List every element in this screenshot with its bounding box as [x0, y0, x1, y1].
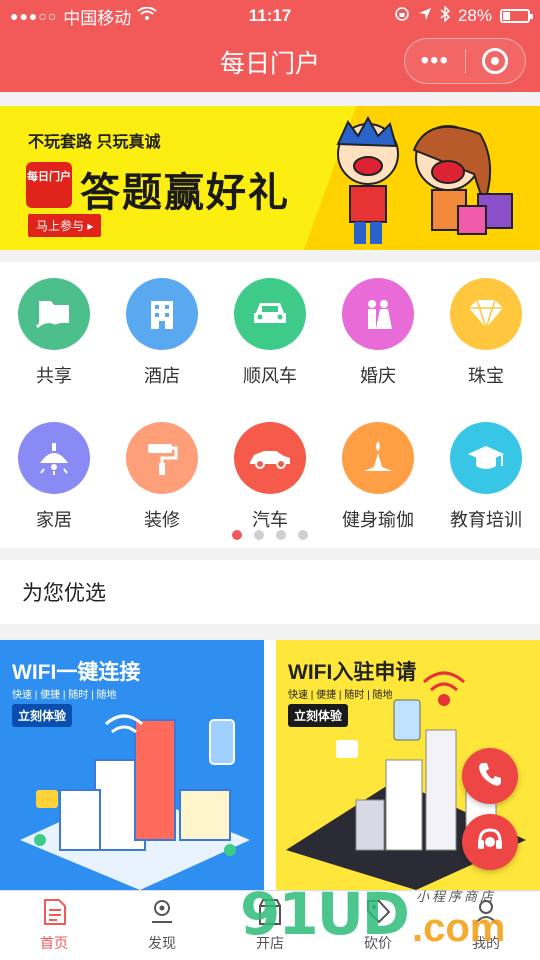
tab-label: 发现 [148, 935, 176, 951]
category-label: 酒店 [144, 366, 180, 386]
category-item[interactable]: 酒店 [108, 278, 216, 388]
try-now-button[interactable]: 立刻体验 [288, 704, 349, 727]
category-item[interactable]: 婚庆 [324, 278, 432, 388]
category-label: 教育培训 [450, 510, 522, 530]
nav-bar: 每日门户 ••• [0, 32, 540, 92]
tab-label: 我的 [472, 935, 500, 951]
category-label: 婚庆 [360, 366, 396, 386]
tab-label: 开店 [256, 935, 284, 951]
tab-label: 首页 [40, 935, 68, 951]
category-item[interactable]: 教育培训 [432, 422, 540, 532]
category-label: 健身瑜伽 [342, 510, 414, 530]
tab-label: 砍价 [364, 935, 392, 951]
folder-hand-icon [18, 278, 90, 350]
promo-cards: WIFI一键连接 快速 | 便捷 | 随时 | 随地 立刻体验 WIFI入驻申请… [0, 640, 540, 890]
diamond-icon [450, 278, 522, 350]
target-icon [482, 48, 509, 74]
category-item[interactable]: 顺风车 [216, 278, 324, 388]
wifi-connect-card[interactable]: WIFI一键连接 快速 | 便捷 | 随时 | 随地 立刻体验 [0, 640, 264, 890]
status-bar: ●●●○○ 中国移动 11:17 28% [0, 0, 540, 32]
lamp-icon [18, 422, 90, 494]
paint-roller-icon [126, 422, 198, 494]
more-menu-button[interactable]: ••• [405, 49, 465, 73]
banner-slogan: 不玩套路 只玩真诚 [28, 134, 161, 151]
headset-icon [475, 825, 505, 860]
banner-headline: 答题赢好礼 [80, 171, 290, 215]
clock: 11:17 [248, 6, 292, 25]
rotation-lock-icon [394, 6, 410, 27]
tab-document[interactable]: 首页 [0, 891, 108, 960]
try-now-button[interactable]: 立刻体验 [12, 704, 73, 727]
wifi-icon [137, 6, 157, 26]
tab-location[interactable]: 发现 [108, 891, 216, 960]
category-label: 家居 [36, 510, 72, 530]
banner-logo: 每日门户 [26, 162, 72, 208]
promo-banner[interactable]: 不玩套路 只玩真诚 每日门户 答题赢好礼 马上参与 ▸ [0, 106, 540, 250]
car-front-icon [234, 278, 306, 350]
yoga-icon [342, 422, 414, 494]
category-label: 顺风车 [243, 366, 297, 386]
graduation-cap-icon [450, 422, 522, 494]
carrier-label: 中国移动 [63, 8, 132, 28]
recommended-section-title: 为您优选 [0, 560, 540, 624]
tab-user[interactable]: 我的 [432, 891, 540, 960]
banner-join-button[interactable]: 马上参与 ▸ [28, 214, 102, 237]
card-title: WIFI入驻申请 [288, 661, 417, 684]
tab-tag[interactable]: 砍价 [324, 891, 432, 960]
category-item[interactable]: 装修 [108, 422, 216, 532]
phone-icon [475, 759, 505, 794]
category-item[interactable]: 家居 [0, 422, 108, 532]
mini-program-capsule: ••• [404, 38, 526, 84]
user-icon [473, 898, 499, 929]
category-item[interactable]: 汽车 [216, 422, 324, 532]
battery-level [503, 12, 510, 20]
card-subtitle: 快速 | 便捷 | 随时 | 随地 [288, 690, 393, 701]
card-title: WIFI一键连接 [12, 661, 141, 684]
category-item[interactable]: 共享 [0, 278, 108, 388]
battery-icon [500, 9, 533, 23]
banner-join-label: 马上参与 [36, 219, 85, 233]
category-item[interactable]: 健身瑜伽 [324, 422, 432, 532]
category-label: 珠宝 [468, 366, 504, 386]
document-icon [41, 898, 67, 929]
category-label: 共享 [36, 366, 72, 386]
card-subtitle: 快速 | 便捷 | 随时 | 随地 [12, 690, 117, 701]
tag-icon [365, 898, 391, 929]
category-grid: 共享 酒店 顺风车 婚庆 珠宝家居 装修 汽车 健身瑜伽 教育培训 [0, 262, 540, 548]
couple-icon [342, 278, 414, 350]
close-mini-program-button[interactable] [465, 48, 525, 74]
page-title: 每日门户 [219, 50, 320, 78]
customer-service-button[interactable] [462, 814, 518, 870]
call-button[interactable] [462, 748, 518, 804]
tab-bar: 首页 发现 开店 砍价 我的 [0, 890, 540, 960]
car-side-icon [234, 422, 306, 494]
location-arrow-icon [418, 6, 432, 26]
location-icon [149, 898, 175, 929]
category-label: 装修 [144, 510, 180, 530]
signal-icon: ●●●○○ [10, 8, 58, 24]
building-icon [126, 278, 198, 350]
tab-store[interactable]: 开店 [216, 891, 324, 960]
battery-percent: 28% [457, 6, 492, 25]
store-icon [257, 898, 283, 929]
category-item[interactable]: 珠宝 [432, 278, 540, 388]
bluetooth-icon [440, 4, 451, 27]
category-label: 汽车 [252, 510, 288, 530]
cartoon-kids-illustration [336, 115, 513, 244]
